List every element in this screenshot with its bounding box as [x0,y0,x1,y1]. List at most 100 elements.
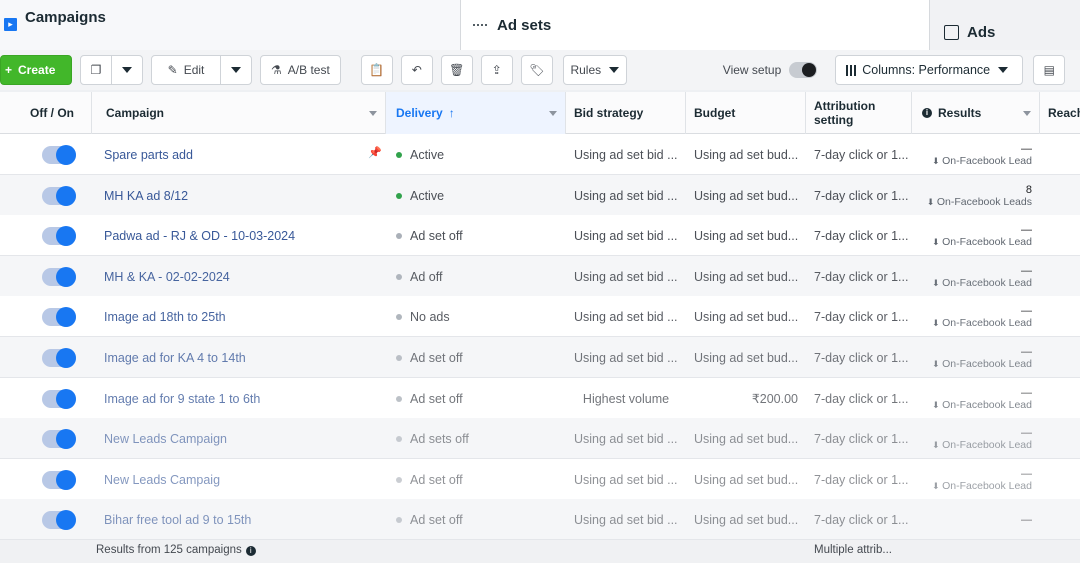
campaign-name-link[interactable]: Bihar free tool ad 9 to 15th [96,499,386,541]
campaign-toggle[interactable] [42,469,76,490]
campaign-toggle[interactable] [42,185,76,206]
campaign-name-link[interactable]: MH & KA - 02-02-2024 [96,256,386,298]
columns-button[interactable]: Columns: Performance [835,55,1024,85]
col-attribution-label-1: Attribution [814,99,876,113]
edit-dropdown[interactable] [220,55,252,85]
campaign-name-link[interactable]: Image ad 18th to 25th [96,296,386,338]
col-off-on-label: Off / On [30,106,74,120]
results-cell: 8On-Facebook Leads [912,175,1040,217]
edit-label: Edit [183,63,205,77]
view-setup-toggle[interactable]: View setup [723,62,818,78]
result-label: On-Facebook Leads [927,196,1032,208]
grid-icon [471,16,489,34]
campaign-name-link[interactable]: Image ad for 9 state 1 to 6th [96,378,386,420]
campaign-name-link[interactable]: New Leads Campaig [96,459,386,501]
budget-value: Using ad set bud... [694,310,799,325]
status-dot-icon [396,436,402,443]
col-results[interactable]: i Results [912,92,1040,134]
col-budget[interactable]: Budget [686,92,806,134]
create-button[interactable]: + Create [0,55,72,85]
columns-label: Columns: Performance [862,63,991,77]
campaign-toggle[interactable] [42,348,76,368]
pencil-icon: ✎ [167,63,178,77]
table-row[interactable]: New Leads Campaign Ad sets off Using ad se… [0,418,1080,460]
attribution-value: 7-day click or 1... [814,472,909,487]
chevron-down-icon [231,67,241,73]
campaign-toggle[interactable] [42,510,76,531]
campaign-name-link[interactable]: Image ad for KA 4 to 14th [96,337,386,379]
delivery-status: Ad set off [388,337,566,379]
tab-adsets[interactable]: Ad sets [460,0,930,50]
pin-icon[interactable]: 📌 [368,146,382,159]
col-campaign[interactable]: Campaign [92,92,386,134]
col-delivery[interactable]: Delivery ↑ [386,92,566,134]
results-cell: —On-Facebook Lead [912,337,1040,379]
budget-value: Using ad set bud... [694,188,799,203]
delivery-status-text: Ad set off [410,472,463,487]
budget-value: Using ad set bud... [694,229,799,244]
delete-button[interactable]: 🗑 [440,55,473,85]
duplicate-button[interactable]: ❐ [80,55,112,85]
clipboard-icon: 📋 [369,63,385,77]
campaign-name-link[interactable]: Spare parts add [96,134,386,176]
campaign-toggle[interactable] [42,388,76,409]
budget-value: Using ad set bud... [694,513,799,528]
campaign-toggle[interactable] [42,266,76,287]
table-row[interactable]: Padwa ad - RJ & OD - 10-03-2024 Ad set of… [0,215,1080,257]
status-dot-icon [396,233,402,240]
table-row[interactable]: New Leads Campaig Ad set off Using ad set … [0,458,1080,501]
rules-button[interactable]: Rules [562,55,627,85]
delivery-status-text: Active [410,188,445,203]
sort-caret-icon [1023,111,1031,116]
campaign-toggle[interactable] [42,145,76,165]
bid-strategy-value: Using ad set bid ... [574,269,678,284]
col-bid-strategy[interactable]: Bid strategy [566,92,686,134]
info-icon[interactable]: i [245,546,256,556]
col-bid-strategy-label: Bid strategy [574,106,644,120]
table-row[interactable]: Bihar free tool ad 9 to 15th Ad set off Us… [0,499,1080,541]
breakdown-button[interactable]: ▤ [1033,55,1066,85]
clipboard-button[interactable]: 📋 [360,55,393,85]
rules-label: Rules [570,63,602,77]
table-row[interactable]: Image ad for KA 4 to 14th Ad set off Using… [0,337,1080,378]
ab-test-button[interactable]: ⚗ A/B test [260,55,341,85]
attribution-value: 7-day click or 1... [814,351,909,365]
toggle-switch[interactable] [789,62,818,78]
campaign-name-link[interactable]: MH KA ad 8/12 [96,175,386,217]
campaign-toggle[interactable] [42,429,76,450]
col-attribution-label-2: setting [814,113,854,127]
table-row[interactable]: MH & KA - 02-02-2024 Ad off Using ad set b… [0,255,1080,298]
duplicate-dropdown[interactable] [111,55,143,85]
table-row[interactable]: Image ad 18th to 25th No ads Using ad set … [0,296,1080,338]
bid-strategy-value: Using ad set bid ... [574,229,678,244]
tab-ads[interactable]: Ads [930,0,1080,50]
tab-campaigns[interactable]: ▸ Campaigns [0,0,460,50]
chevron-down-icon [609,67,620,73]
table-footer: Results from 125 campaigns i Multiple att… [0,540,1080,563]
campaign-name-link[interactable]: Padwa ad - RJ & OD - 10-03-2024 [96,215,386,257]
table-row[interactable]: Spare parts add 📌 Active Using ad set bid .… [0,134,1080,175]
attribution-value: 7-day click or 1... [814,188,909,203]
col-off-on[interactable]: Off / On [0,92,92,134]
delivery-status: Active [388,175,566,217]
col-attribution[interactable]: Attribution setting [806,92,912,134]
status-dot-icon [396,192,402,199]
result-label: On-Facebook Lead [932,480,1032,492]
table-row[interactable]: MH KA ad 8/12 Active Using ad set bid ... U… [0,174,1080,217]
level-tabs: ▸ Campaigns Ad sets Ads [0,0,1080,50]
delivery-status: Ad set off [388,215,566,257]
campaign-toggle[interactable] [42,307,76,328]
undo-button[interactable]: ↶ [400,55,433,85]
export-button[interactable]: ⇪ [480,55,513,85]
budget-value: Using ad set bud... [694,432,799,447]
table-row[interactable]: Image ad for 9 state 1 to 6th Ad set off H… [0,377,1080,420]
col-reach[interactable]: Reach [1040,92,1080,134]
campaign-toggle[interactable] [42,226,76,247]
tag-button[interactable]: 🏷 [520,55,553,85]
budget-value: Using ad set bud... [694,472,799,487]
tab-ads-label: Ads [967,23,996,41]
attribution-value: 7-day click or 1... [814,229,909,244]
delivery-status: Ad sets off [388,418,566,460]
edit-button[interactable]: ✎ Edit [151,55,221,85]
campaign-name-link[interactable]: New Leads Campaign [96,418,386,460]
